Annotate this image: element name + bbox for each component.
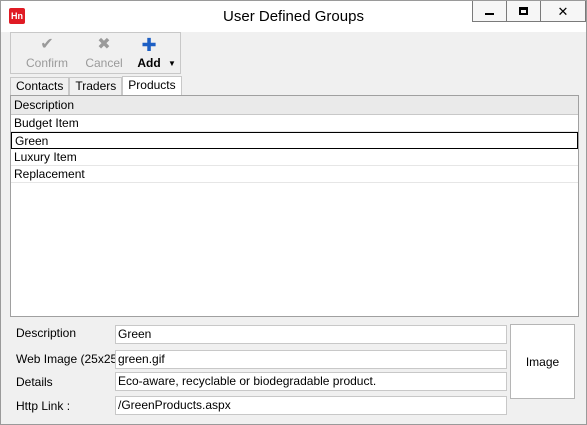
minimize-icon [485, 12, 494, 15]
details-field[interactable]: Eco-aware, recyclable or biodegradable p… [115, 372, 507, 391]
close-icon: ✕ [557, 3, 569, 19]
window-controls: ✕ [472, 1, 586, 22]
plus-icon: ✚ [141, 35, 157, 55]
title-bar: Hn User Defined Groups ✕ [1, 1, 586, 32]
maximize-icon [519, 7, 528, 15]
grid-row-selected[interactable]: Green [11, 132, 578, 149]
web-image-field[interactable]: green.gif [115, 350, 507, 369]
details-label: Details [16, 375, 53, 389]
grid-row[interactable]: Replacement [11, 166, 578, 183]
confirm-button[interactable]: ✔ Confirm [24, 36, 70, 70]
cross-icon: ✖ [97, 36, 111, 53]
confirm-label: Confirm [25, 56, 68, 70]
minimize-button[interactable] [472, 1, 507, 22]
grid-row[interactable]: Luxury Item [11, 149, 578, 166]
cancel-label: Cancel [85, 56, 123, 70]
cancel-button[interactable]: ✖ Cancel [84, 36, 124, 70]
image-box[interactable]: Image [510, 324, 575, 399]
add-label: Add [137, 56, 161, 70]
add-button[interactable]: ✚ Add [135, 36, 163, 70]
grid-row[interactable]: Budget Item [11, 115, 578, 132]
column-header-description[interactable]: Description [11, 96, 578, 115]
user-defined-groups-window: Hn User Defined Groups ✕ ✔ Confirm ✖ Can… [0, 0, 587, 425]
description-field[interactable]: Green [115, 325, 507, 344]
tab-strip: Contacts Traders Products [10, 76, 182, 95]
maximize-button[interactable] [506, 1, 541, 22]
tab-products[interactable]: Products [122, 76, 182, 95]
groups-grid: Description Budget Item Green Luxury Ite… [10, 95, 579, 317]
details-panel: Description Green Web Image (25x25) gree… [10, 321, 579, 417]
close-button[interactable]: ✕ [540, 1, 586, 22]
tab-traders[interactable]: Traders [69, 77, 123, 95]
add-dropdown-arrow-icon[interactable]: ▼ [166, 57, 178, 71]
web-image-label: Web Image (25x25) [16, 352, 122, 366]
tab-contacts[interactable]: Contacts [10, 77, 70, 95]
http-link-field[interactable]: /GreenProducts.aspx [115, 396, 507, 415]
toolbar: ✔ Confirm ✖ Cancel ✚ Add ▼ [10, 32, 181, 74]
checkmark-icon: ✔ [40, 36, 54, 53]
description-label: Description [16, 326, 77, 340]
http-link-label: Http Link : [16, 399, 71, 413]
